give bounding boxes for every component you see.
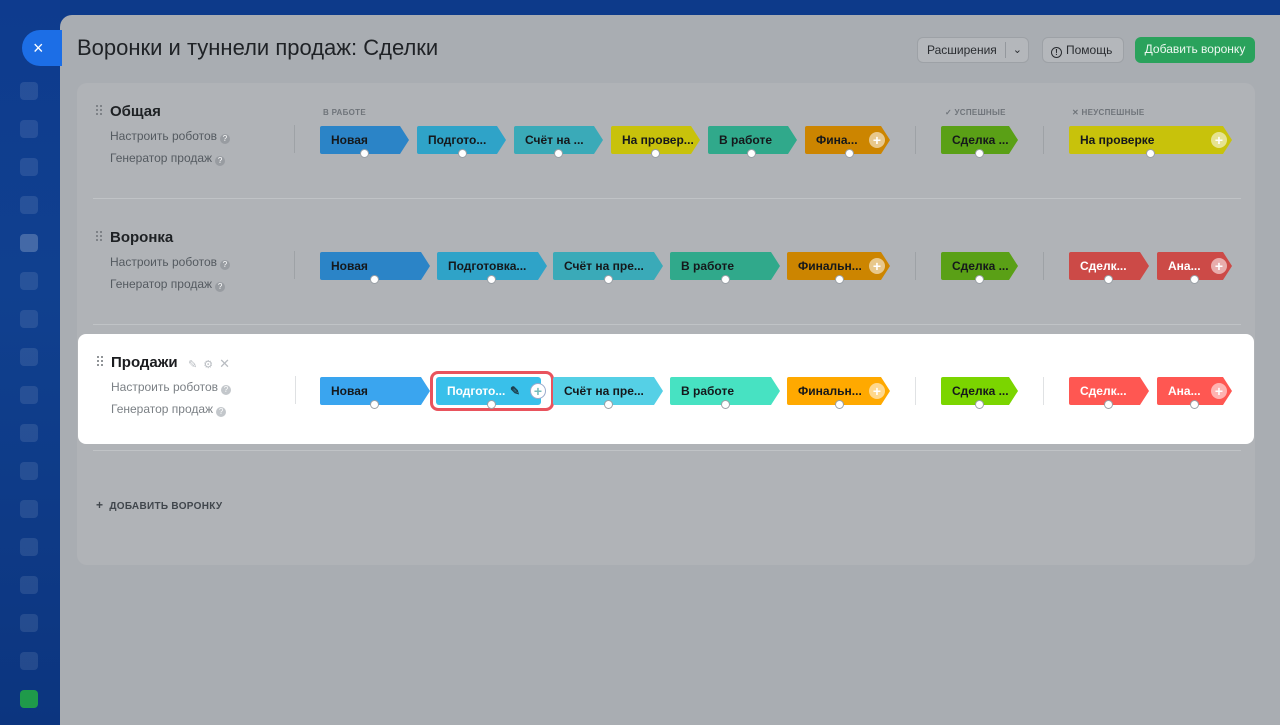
funnel-tools: ✎ ⚙ ✕ — [188, 356, 236, 372]
sidebar-icon[interactable] — [20, 272, 38, 290]
success-header: ✓ УСПЕШНЫЕ — [945, 108, 1006, 117]
add-stage-icon[interactable]: + — [530, 383, 546, 399]
pencil-icon[interactable]: ✎ — [188, 359, 197, 371]
question-icon: ? — [220, 260, 231, 270]
divider — [294, 125, 295, 153]
divider — [915, 126, 916, 154]
generator-link[interactable]: Генератор продаж? — [111, 402, 227, 417]
app-sidebar — [0, 0, 60, 725]
sidebar-icon[interactable] — [20, 500, 38, 518]
sidebar-icon[interactable] — [20, 424, 38, 442]
drag-handle-icon[interactable] — [96, 105, 102, 117]
divider — [1043, 126, 1044, 154]
page-title: Воронки и туннели продаж: Сделки — [77, 35, 439, 60]
funnel-row: Воронка Настроить роботов? Генератор про… — [77, 209, 1255, 319]
failure-header: ✕ НЕУСПЕШНЫЕ — [1072, 108, 1145, 117]
funnel-name: Продажи — [111, 354, 178, 371]
sidebar-icon[interactable] — [20, 576, 38, 594]
sidebar-icon[interactable] — [20, 462, 38, 480]
sidebar-icon[interactable] — [20, 386, 38, 404]
add-funnel-link[interactable]: + ДОБАВИТЬ ВОРОНКУ — [96, 498, 222, 512]
close-icon[interactable]: ✕ — [219, 356, 230, 371]
add-stage-icon: + — [1211, 258, 1227, 274]
generator-link[interactable]: Генератор продаж? — [110, 151, 226, 166]
close-icon[interactable]: × — [22, 30, 62, 66]
sidebar-icon[interactable] — [20, 310, 38, 328]
divider — [1005, 42, 1006, 58]
divider — [295, 376, 296, 404]
sidebar-icon[interactable] — [20, 234, 38, 252]
sidebar-icon[interactable] — [20, 538, 38, 556]
divider — [915, 252, 916, 280]
pencil-icon[interactable]: ✎ — [510, 377, 520, 405]
help-button[interactable]: ! Помощь — [1042, 37, 1124, 63]
gear-icon[interactable]: ⚙ — [203, 359, 213, 371]
funnel-row: Общая Настроить роботов? Генератор прода… — [77, 83, 1255, 193]
add-stage-icon: + — [869, 132, 885, 148]
in-progress-header: В РАБОТЕ — [323, 108, 367, 117]
question-icon: ? — [215, 156, 226, 166]
sidebar-icon[interactable] — [20, 196, 38, 214]
question-icon: ? — [220, 134, 231, 144]
sidebar-icon[interactable] — [20, 348, 38, 366]
divider — [915, 377, 916, 405]
add-stage-icon: + — [1211, 383, 1227, 399]
info-icon: ! — [1051, 47, 1062, 58]
plus-icon: + — [96, 498, 104, 512]
add-stage-icon: + — [869, 258, 885, 274]
divider — [1043, 377, 1044, 405]
extensions-button[interactable]: Расширения ⌄ — [917, 37, 1029, 63]
funnels-card: Общая Настроить роботов? Генератор прода… — [77, 83, 1255, 565]
add-funnel-button[interactable]: Добавить воронку — [1135, 37, 1255, 63]
chevron-down-icon: ⌄ — [1012, 44, 1022, 56]
drag-handle-icon[interactable] — [96, 231, 102, 243]
robots-link[interactable]: Настроить роботов? — [111, 380, 232, 395]
divider — [1043, 252, 1044, 280]
question-icon: ? — [215, 282, 226, 292]
funnel-name: Воронка — [110, 229, 174, 246]
robots-link[interactable]: Настроить роботов? — [110, 255, 231, 270]
sidebar-icon[interactable] — [20, 82, 38, 100]
add-stage-icon: + — [869, 383, 885, 399]
funnel-row-active: Продажи ✎ ⚙ ✕ Настроить роботов? Генератор… — [78, 334, 1254, 444]
sidebar-icon[interactable] — [20, 158, 38, 176]
drag-handle-icon[interactable] — [97, 356, 103, 368]
extensions-label: Расширения — [927, 43, 997, 57]
generator-link[interactable]: Генератор продаж? — [110, 277, 226, 292]
sidebar-icon[interactable] — [20, 652, 38, 670]
funnels-panel: Воронки и туннели продаж: Сделки Расшире… — [60, 15, 1280, 725]
sidebar-icon[interactable] — [20, 120, 38, 138]
robots-link[interactable]: Настроить роботов? — [110, 129, 231, 144]
sidebar-icon[interactable] — [20, 690, 38, 708]
question-icon: ? — [221, 385, 232, 395]
question-icon: ? — [216, 407, 227, 417]
divider — [294, 251, 295, 279]
help-label: Помощь — [1066, 43, 1113, 57]
funnel-name: Общая — [110, 103, 161, 120]
add-stage-icon: + — [1211, 132, 1227, 148]
sidebar-icon[interactable] — [20, 614, 38, 632]
